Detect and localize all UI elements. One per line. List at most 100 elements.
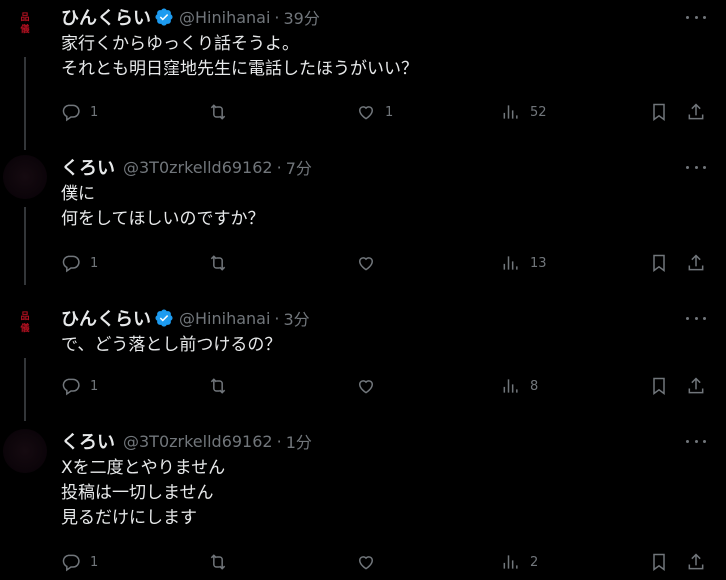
timestamp[interactable]: 1分: [286, 429, 312, 453]
conversation-thread: 品儀 ひんくらい @Hinihanai · 39分 家行くからゆっくり話そうよ。…: [0, 0, 726, 580]
tweet-text-line: 家行くからゆっくり話そうよ。: [61, 34, 299, 54]
tweet-text-line: 何をしてほしいのですか？: [61, 209, 265, 229]
bookmark-button[interactable]: [649, 251, 669, 275]
share-icon: [688, 254, 704, 271]
retweet-button[interactable]: [208, 100, 228, 124]
separator-dot: ·: [276, 431, 282, 451]
tweet-header: ひんくらい @Hinihanai · 3分: [61, 305, 726, 331]
reply-count: 1: [90, 378, 99, 394]
tweet[interactable]: 品儀 ひんくらい @Hinihanai · 3分 で、どう落とし前つけるの？ 1…: [0, 306, 726, 421]
bookmark-icon: [653, 103, 665, 121]
views-count: 52: [530, 104, 547, 120]
bookmark-icon: [653, 553, 665, 571]
retweet-button[interactable]: [208, 374, 228, 398]
tweet-content: ひんくらい @Hinihanai · 39分 家行くからゆっくり話そうよ。 それ…: [61, 5, 726, 82]
reply-button[interactable]: 1: [61, 100, 98, 124]
avatar-seal-glyph: 品儀: [20, 13, 30, 35]
like-button[interactable]: [356, 550, 376, 574]
share-button[interactable]: [686, 251, 706, 275]
like-button[interactable]: [356, 374, 376, 398]
avatar[interactable]: [3, 155, 47, 199]
reply-button[interactable]: 1: [61, 251, 98, 275]
tweet[interactable]: くろい @3T0zrkelld69162 · 7分 僕に 何をしてほしいのですか…: [0, 145, 726, 285]
more-icon[interactable]: [686, 310, 706, 326]
tweet-text: 家行くからゆっくり話そうよ。 それとも明日窪地先生に電話したほうがいい？: [61, 32, 726, 82]
more-icon[interactable]: [686, 159, 706, 175]
views-button[interactable]: 2: [501, 550, 538, 574]
reply-count: 1: [90, 104, 99, 120]
retweet-button[interactable]: [208, 550, 228, 574]
share-icon: [688, 377, 704, 394]
action-bar: 1 13: [61, 251, 726, 275]
views-count: 2: [530, 554, 539, 570]
separator-dot: ·: [274, 308, 280, 328]
reply-button[interactable]: 1: [61, 550, 98, 574]
views-icon: [503, 555, 518, 569]
share-button[interactable]: [686, 100, 706, 124]
reply-icon: [62, 554, 80, 572]
retweet-button[interactable]: [208, 251, 228, 275]
reply-icon: [62, 378, 80, 396]
action-bar: 1 1 52: [61, 100, 726, 124]
views-count: 13: [530, 255, 547, 271]
timestamp[interactable]: 7分: [286, 155, 312, 179]
avatar[interactable]: 品儀: [3, 306, 47, 350]
avatar[interactable]: [3, 429, 47, 473]
separator-dot: ·: [276, 157, 282, 177]
bookmark-button[interactable]: [649, 374, 669, 398]
share-button[interactable]: [686, 550, 706, 574]
reply-icon: [62, 255, 80, 273]
views-button[interactable]: 8: [501, 374, 538, 398]
tweet-text: Xを二度とやりません 投稿は一切しません 見るだけにします: [61, 456, 726, 531]
tweet-text-line: で、どう落とし前つけるの？: [61, 335, 282, 355]
more-icon[interactable]: [686, 433, 706, 449]
like-button[interactable]: 1: [356, 100, 393, 124]
like-icon: [358, 556, 374, 570]
tweet-header: くろい @3T0zrkelld69162 · 1分: [61, 428, 726, 454]
handle[interactable]: @3T0zrkelld69162: [123, 158, 273, 177]
more-icon[interactable]: [686, 9, 706, 25]
tweet-header: くろい @3T0zrkelld69162 · 7分: [61, 154, 726, 180]
bookmark-button[interactable]: [649, 550, 669, 574]
tweet-header: ひんくらい @Hinihanai · 39分: [61, 4, 726, 30]
retweet-icon: [210, 554, 226, 570]
verified-badge-icon[interactable]: [154, 7, 174, 27]
retweet-icon: [210, 104, 226, 120]
avatar[interactable]: 品儀: [3, 7, 47, 51]
action-bar: 1 8: [61, 374, 726, 398]
reply-count: 1: [90, 255, 99, 271]
display-name[interactable]: くろい: [61, 154, 115, 180]
retweet-icon: [210, 255, 226, 271]
views-button[interactable]: 52: [501, 100, 547, 124]
like-button[interactable]: [356, 251, 376, 275]
reply-button[interactable]: 1: [61, 374, 98, 398]
share-button[interactable]: [686, 374, 706, 398]
display-name[interactable]: ひんくらい: [61, 305, 151, 331]
tweet-text-line: Xを二度とやりません: [61, 458, 226, 478]
bookmark-icon: [653, 377, 665, 395]
handle[interactable]: @Hinihanai: [179, 8, 270, 27]
tweet-text: で、どう落とし前つけるの？: [61, 333, 726, 358]
display-name[interactable]: くろい: [61, 428, 115, 454]
handle[interactable]: @Hinihanai: [179, 309, 270, 328]
like-icon: [358, 257, 374, 271]
tweet-text-line: 投稿は一切しません: [61, 483, 214, 503]
display-name[interactable]: ひんくらい: [61, 4, 151, 30]
timestamp[interactable]: 39分: [284, 5, 320, 29]
views-count: 8: [530, 378, 539, 394]
bookmark-button[interactable]: [649, 100, 669, 124]
thread-line: [24, 207, 26, 285]
verified-badge-icon[interactable]: [154, 308, 174, 328]
tweet[interactable]: 品儀 ひんくらい @Hinihanai · 39分 家行くからゆっくり話そうよ。…: [0, 5, 726, 150]
tweet[interactable]: くろい @3T0zrkelld69162 · 1分 Xを二度とやりません 投稿は…: [0, 429, 726, 580]
handle[interactable]: @3T0zrkelld69162: [123, 432, 273, 451]
tweet-text-line: 僕に: [61, 184, 95, 204]
views-button[interactable]: 13: [501, 251, 547, 275]
views-icon: [503, 105, 518, 119]
views-icon: [503, 256, 518, 270]
avatar-seal-glyph: 品儀: [20, 312, 30, 334]
avatar-column: 品儀: [0, 306, 52, 421]
timestamp[interactable]: 3分: [284, 306, 310, 330]
thread-line: [24, 57, 26, 150]
like-icon: [358, 380, 374, 394]
